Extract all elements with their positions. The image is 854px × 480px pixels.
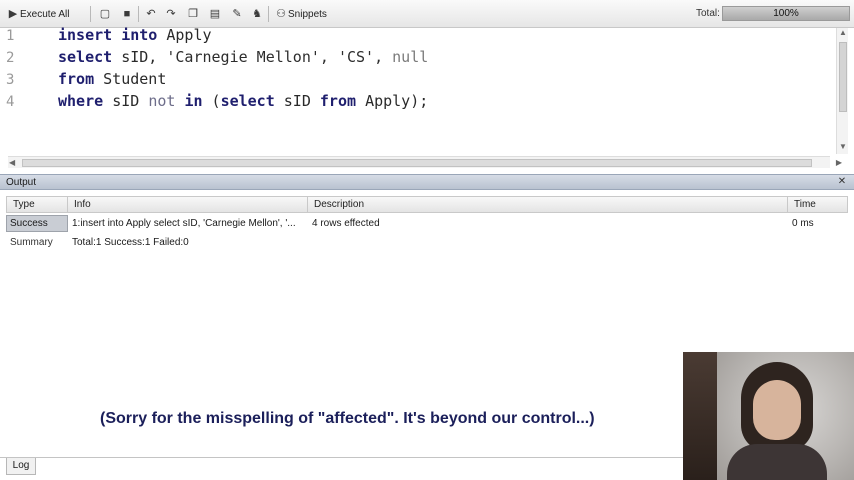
- scroll-left-arrow-icon[interactable]: ◀: [9, 158, 15, 167]
- output-title: Output: [6, 177, 37, 188]
- code-token: from: [319, 92, 366, 110]
- table-row-type[interactable]: Success: [6, 216, 68, 232]
- new-button[interactable]: ▢: [98, 5, 112, 23]
- video-caption: (Sorry for the misspelling of "affected"…: [100, 410, 595, 427]
- total-label: Total:: [696, 8, 720, 19]
- save-button[interactable]: ■: [120, 5, 134, 23]
- code-token: select: [220, 92, 284, 110]
- copy-icon: ❐: [188, 8, 198, 20]
- undo-button[interactable]: ↶: [144, 5, 158, 23]
- code-line[interactable]: from Student: [58, 70, 166, 88]
- total-progress-text: 100%: [773, 8, 799, 19]
- table-row-time[interactable]: 0 ms: [788, 216, 848, 232]
- code-line[interactable]: where sID not in (select sID from Apply)…: [58, 92, 428, 110]
- clear-button[interactable]: ✎: [230, 5, 244, 23]
- sql-editor[interactable]: 1 2 3 4 insert into Apply select sID, 'Ca…: [0, 26, 854, 170]
- toolbar-separator: [90, 6, 91, 22]
- line-number: 2: [6, 50, 15, 66]
- scroll-down-arrow-icon[interactable]: ▼: [839, 142, 847, 151]
- line-number-gutter: 1 2 3 4: [0, 28, 46, 154]
- editor-vertical-scroll-thumb[interactable]: [839, 42, 847, 112]
- toolbar: ▶ Execute All ▢ ■ ↶ ↷ ❐ ▤ ✎ ♞ ⚇ Snippets…: [0, 0, 854, 28]
- presenter-video: [683, 352, 854, 480]
- code-token: (: [211, 92, 221, 110]
- code-token: select: [58, 48, 122, 66]
- scroll-right-arrow-icon[interactable]: ▶: [836, 158, 842, 167]
- presenter-background: [683, 352, 717, 480]
- snippets-label: Snippets: [288, 8, 327, 20]
- code-line[interactable]: select sID, 'Carnegie Mellon', 'CS', nul…: [58, 48, 428, 66]
- scroll-up-arrow-icon[interactable]: ▲: [839, 28, 847, 37]
- output-panel-header: Output ✕: [0, 174, 854, 190]
- execute-all-button[interactable]: ▶ Execute All: [6, 5, 70, 23]
- column-header-type[interactable]: Type: [6, 196, 68, 213]
- close-icon[interactable]: ✕: [836, 176, 848, 188]
- total-progress-bar: 100%: [722, 6, 850, 21]
- line-number: 4: [6, 94, 15, 110]
- table-row-description[interactable]: 4 rows effected: [308, 216, 608, 232]
- explain-button[interactable]: ♞: [250, 5, 264, 23]
- column-header-time[interactable]: Time: [788, 196, 848, 213]
- line-number: 3: [6, 72, 15, 88]
- code-token: not: [148, 92, 185, 110]
- toolbar-separator: [268, 6, 269, 22]
- code-token: where: [58, 92, 113, 110]
- code-token: from: [58, 70, 104, 88]
- undo-icon: ↶: [146, 8, 156, 20]
- code-token: Apply);: [365, 92, 429, 110]
- eraser-icon: ✎: [232, 8, 242, 20]
- snippets-icon: ⚇: [276, 8, 286, 20]
- paste-button[interactable]: ▤: [208, 5, 222, 23]
- code-token: Student: [103, 70, 167, 88]
- new-file-icon: ▢: [99, 8, 111, 20]
- editor-vertical-scrollbar[interactable]: ▲ ▼: [836, 28, 848, 154]
- code-token: sID,: [121, 48, 167, 66]
- redo-button[interactable]: ↷: [164, 5, 178, 23]
- presenter-face: [753, 380, 801, 440]
- table-row-info[interactable]: Total:1 Success:1 Failed:0: [68, 235, 304, 251]
- editor-horizontal-scrollbar[interactable]: ◀ ▶: [8, 156, 842, 168]
- column-header-info[interactable]: Info: [68, 196, 308, 213]
- code-token: sID: [112, 92, 149, 110]
- run-icon: ▶: [8, 8, 18, 20]
- code-token: 'Carnegie Mellon', 'CS',: [166, 48, 393, 66]
- copy-button[interactable]: ❐: [186, 5, 200, 23]
- table-row-type[interactable]: Summary: [6, 235, 68, 251]
- code-token: sID: [283, 92, 320, 110]
- code-token: in: [184, 92, 212, 110]
- paste-icon: ▤: [209, 8, 221, 20]
- save-icon: ■: [123, 8, 131, 20]
- execute-all-label: Execute All: [20, 8, 70, 20]
- column-header-description[interactable]: Description: [308, 196, 788, 213]
- code-line[interactable]: insert into Apply: [58, 26, 212, 44]
- code-token: insert into: [58, 26, 167, 44]
- explain-icon: ♞: [252, 8, 262, 20]
- redo-icon: ↷: [166, 8, 176, 20]
- presenter-shirt: [727, 444, 827, 480]
- toolbar-separator: [138, 6, 139, 22]
- code-token: null: [392, 48, 429, 66]
- code-token: Apply: [166, 26, 212, 44]
- table-row-info[interactable]: 1:insert into Apply select sID, 'Carnegi…: [68, 216, 304, 232]
- tab-log[interactable]: Log: [6, 458, 36, 475]
- editor-horizontal-scroll-thumb[interactable]: [22, 159, 812, 167]
- snippets-button[interactable]: ⚇ Snippets: [274, 5, 327, 23]
- line-number: 1: [6, 28, 15, 44]
